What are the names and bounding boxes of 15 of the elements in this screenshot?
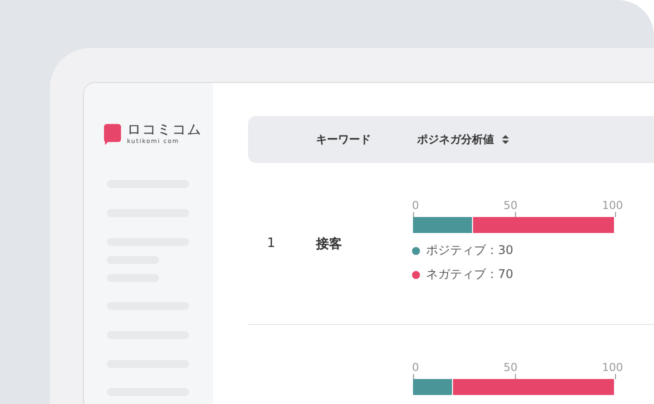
scale-label: 50 — [504, 362, 518, 374]
column-header: キーワード — [316, 132, 371, 147]
legend-label: ネガティブ：70 — [426, 266, 514, 283]
scale-label: 0 — [412, 362, 419, 374]
legend-label: ポジティブ：30 — [426, 242, 514, 259]
scale-label: 100 — [602, 200, 623, 212]
rank-number: 1 — [266, 236, 276, 251]
column-header: ポジネガ分析値 — [417, 132, 494, 147]
scale-label: 0 — [412, 200, 419, 212]
speech-bubble-icon — [104, 124, 121, 145]
sort-icon[interactable] — [502, 135, 509, 144]
keyword: 接客 — [316, 236, 343, 252]
logo-name: ロコミコム — [127, 123, 202, 138]
scale-label: 100 — [602, 362, 623, 374]
scale-label: 50 — [504, 200, 518, 212]
